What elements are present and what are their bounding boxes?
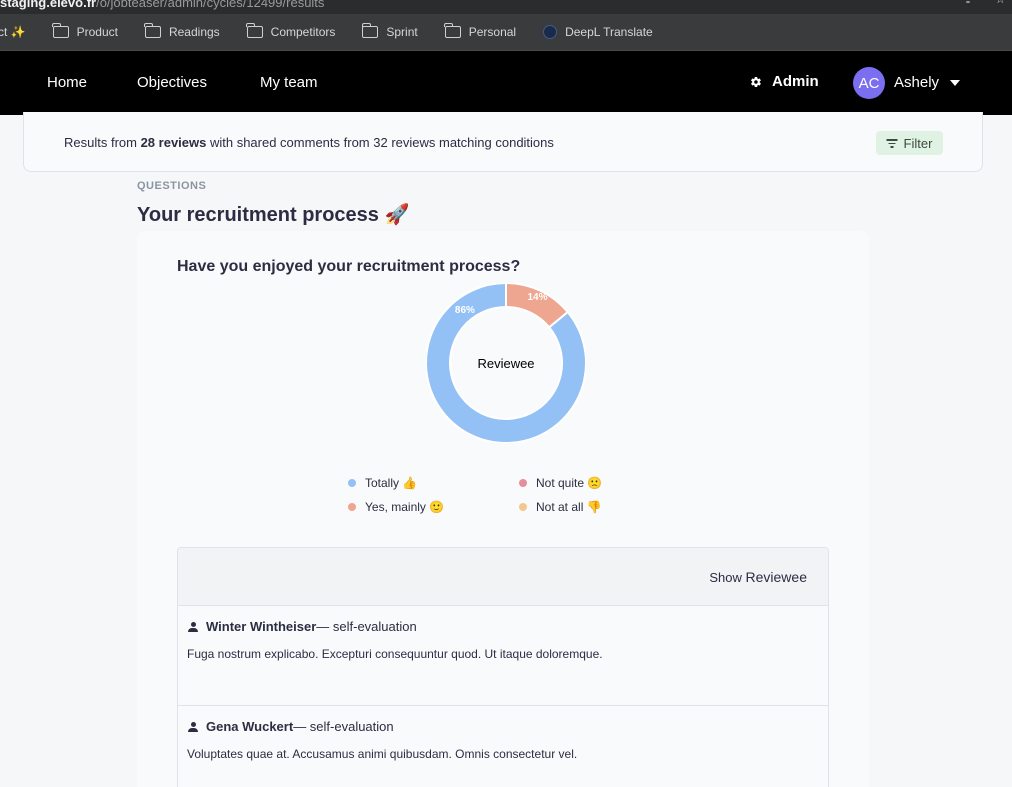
comment-kind: — self-evaluation (316, 619, 417, 634)
show-target: Reviewee (745, 569, 807, 585)
nav-admin-link[interactable]: Admin (750, 73, 819, 90)
bookmark-personal[interactable]: Personal (444, 23, 517, 39)
donut-chart: 86% 14% Reviewee (426, 283, 586, 443)
chevron-down-icon[interactable] (950, 80, 960, 86)
legend-item-not-at-all[interactable]: Not at all 👎 (519, 500, 602, 514)
comments-panel: Show Reviewee Winter Wintheiser — self-e… (177, 547, 829, 787)
legend-label: Not at all 👎 (536, 500, 602, 514)
filter-button[interactable]: Filter (876, 131, 943, 155)
comment-author-name: Gena Wuckert (206, 719, 294, 734)
comment-text: Fuga nostrum explicabo. Excepturi conseq… (187, 647, 603, 661)
legend-item-totally[interactable]: Totally 👍 (348, 476, 417, 490)
comment-item: Winter Wintheiser — self-evaluation Fuga… (178, 606, 828, 706)
results-summary-text: Results from 28 reviews with shared comm… (64, 135, 554, 150)
summary-prefix: Results from (64, 135, 141, 150)
show-prefix: Show (709, 570, 742, 585)
nav-my-team-link[interactable]: My team (260, 74, 318, 91)
bookmark-label: Competitors (270, 25, 336, 39)
avatar-initials: AC (858, 74, 880, 92)
donut-value-label: 86% (455, 305, 475, 316)
donut-slice[interactable] (505, 283, 570, 329)
avatar[interactable]: AC (853, 67, 885, 99)
summary-suffix: with shared comments from 32 reviews mat… (206, 135, 554, 150)
legend-item-yes-mainly[interactable]: Yes, mainly 🙂 (348, 500, 444, 514)
bookmark-label: Sprint (386, 25, 418, 39)
folder-icon (361, 23, 379, 38)
bookmark-competitors[interactable]: Competitors (246, 23, 336, 39)
bookmark-star-icon[interactable]: ☆ (995, 0, 1006, 5)
bookmark-sparkle[interactable]: ct ✨ (0, 25, 26, 39)
donut-center-label: Reviewee (477, 356, 534, 371)
share-icon[interactable]: ⇪ (963, 0, 973, 5)
comment-item: Gena Wuckert — self-evaluation Voluptate… (178, 706, 828, 787)
comment-kind: — self-evaluation (293, 719, 394, 734)
bookmarks-bar: ct ✨ Product Readings Competitors Sprint… (0, 14, 1012, 51)
comment-author-name: Winter Wintheiser (206, 619, 317, 634)
section-title: Your recruitment process 🚀 (137, 204, 410, 226)
person-icon (188, 621, 198, 632)
legend-dot (519, 503, 527, 511)
deepl-icon (543, 25, 558, 39)
browser-url-bar[interactable]: staging.elevo.fr/o/jobteaser/admin/cycle… (0, 0, 1012, 14)
question-title: Have you enjoyed your recruitment proces… (177, 258, 521, 275)
top-nav: Home Objectives My team Admin AC Ashely (0, 51, 1012, 115)
url-host: staging.elevo.fr (0, 0, 97, 10)
legend-label: Totally 👍 (365, 476, 418, 490)
legend-label: Yes, mainly 🙂 (365, 500, 445, 514)
bookmark-label: Readings (168, 25, 220, 39)
folder-icon (246, 23, 263, 38)
results-summary-banner: Results from 28 reviews with shared comm… (23, 112, 983, 172)
folder-icon (52, 23, 69, 38)
donut-value-label: 14% (527, 292, 547, 303)
gear-icon (751, 76, 761, 87)
bookmark-readings[interactable]: Readings (144, 23, 220, 39)
bookmark-label: ct ✨ (0, 25, 26, 39)
person-icon (188, 721, 198, 732)
folder-icon (144, 23, 161, 38)
folder-icon (444, 23, 461, 38)
bookmark-label: DeepL Translate (565, 25, 653, 39)
legend-label: Not quite 🙁 (536, 476, 603, 490)
bookmark-label: Personal (468, 25, 517, 39)
comments-header: Show Reviewee (178, 548, 828, 606)
nav-admin-label: Admin (772, 73, 819, 90)
legend-dot (348, 503, 356, 511)
url-path: /o/jobteaser/admin/cycles/12499/results (96, 0, 325, 10)
comment-author: Gena Wuckert — self-evaluation (188, 719, 394, 734)
filter-label: Filter (903, 135, 933, 151)
filter-icon (886, 139, 898, 148)
show-reviewee-toggle[interactable]: Show Reviewee (709, 569, 807, 585)
bookmark-sprint[interactable]: Sprint (361, 23, 418, 39)
comment-text: Voluptates quae at. Accusamus animi quib… (187, 747, 578, 761)
user-name[interactable]: Ashely (894, 74, 939, 91)
summary-reviews-count: 28 reviews (140, 135, 207, 150)
section-label: QUESTIONS (137, 180, 207, 192)
legend-item-not-quite[interactable]: Not quite 🙁 (519, 476, 602, 490)
bookmark-deepl[interactable]: DeepL Translate (543, 25, 653, 39)
bookmark-label: Product (76, 25, 118, 39)
nav-objectives-link[interactable]: Objectives (137, 74, 207, 91)
legend-dot (519, 479, 527, 487)
question-card: Have you enjoyed your recruitment proces… (137, 231, 869, 787)
nav-home-link[interactable]: Home (47, 74, 87, 91)
legend-dot (348, 479, 356, 487)
comment-author: Winter Wintheiser — self-evaluation (188, 619, 417, 634)
bookmark-product[interactable]: Product (52, 23, 118, 39)
